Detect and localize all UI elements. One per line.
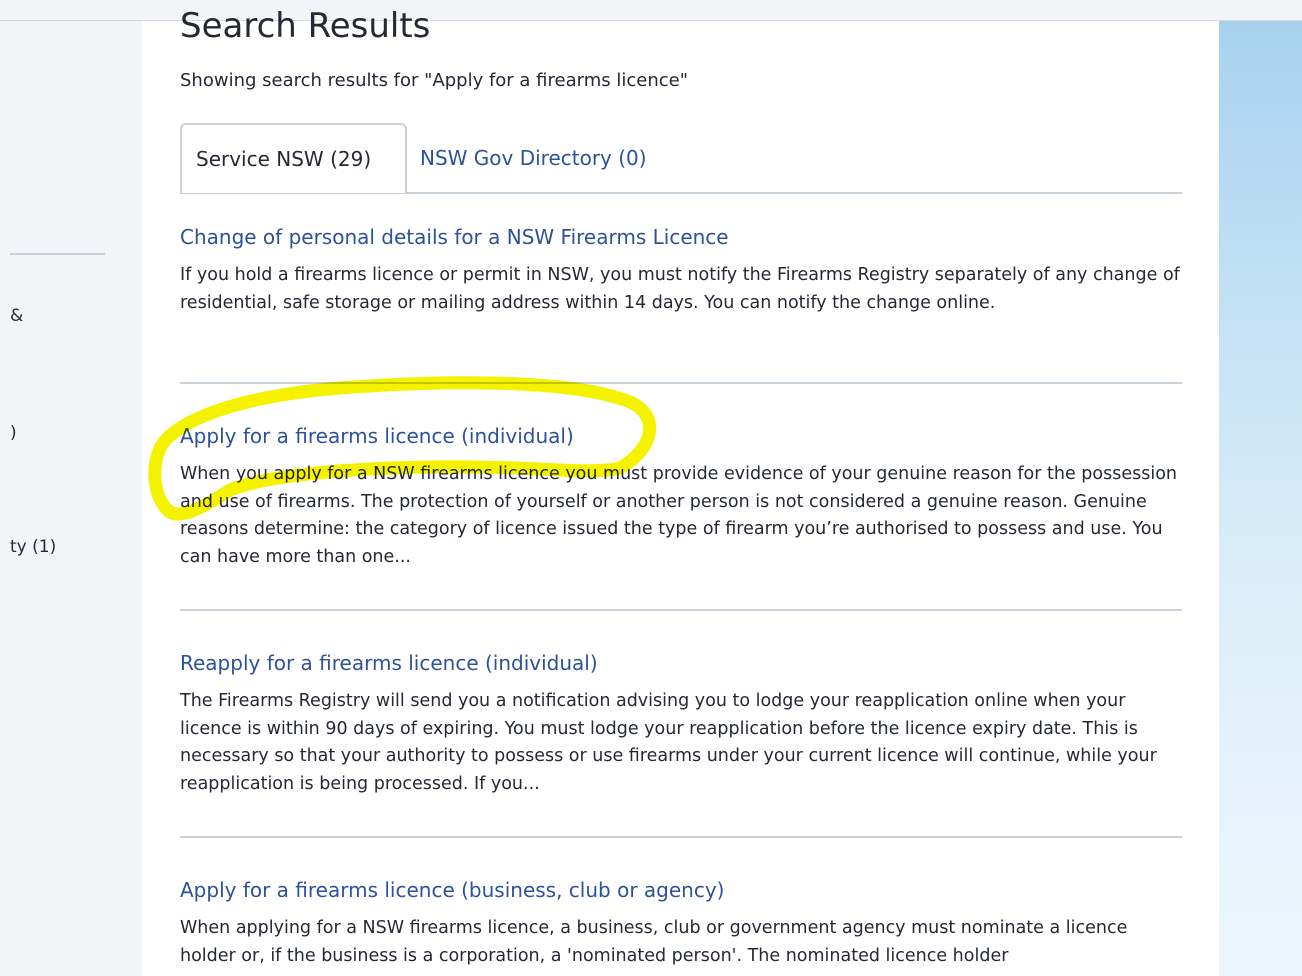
tab-label: NSW Gov Directory (0): [420, 146, 647, 170]
search-result: Apply for a firearms licence (individual…: [180, 423, 1182, 571]
search-result: Change of personal details for a NSW Fir…: [180, 224, 1182, 317]
result-divider: [180, 836, 1182, 838]
search-result: Reapply for a firearms licence (individu…: [180, 650, 1182, 798]
result-title-link[interactable]: Apply for a firearms licence (business, …: [180, 877, 1182, 903]
result-title-link[interactable]: Apply for a firearms licence (individual…: [180, 423, 1182, 449]
search-result: Apply for a firearms licence (business, …: [180, 877, 1182, 970]
tab-nsw-gov-directory[interactable]: NSW Gov Directory (0): [406, 123, 696, 193]
tab-label: Service NSW (29): [196, 147, 372, 171]
right-background-panel: [1219, 21, 1302, 976]
sidebar-item-fragment[interactable]: ty (1): [10, 537, 56, 557]
result-description: If you hold a firearms licence or permit…: [180, 265, 1180, 313]
result-title-link[interactable]: Change of personal details for a NSW Fir…: [180, 224, 1182, 250]
result-description: When applying for a NSW firearms licence…: [180, 918, 1128, 966]
result-description: The Firearms Registry will send you a no…: [180, 691, 1157, 794]
page-title: Search Results: [180, 6, 431, 46]
result-divider: [180, 382, 1182, 384]
tab-service-nsw[interactable]: Service NSW (29): [180, 123, 407, 193]
sidebar-item-fragment[interactable]: &: [10, 306, 23, 326]
search-query-summary: Showing search results for "Apply for a …: [180, 70, 688, 91]
sidebar-item-fragment[interactable]: ): [10, 423, 17, 443]
filter-sidebar: & ) ty (1): [0, 21, 142, 976]
sidebar-divider: [10, 253, 105, 255]
result-divider: [180, 609, 1182, 611]
result-title-link[interactable]: Reapply for a firearms licence (individu…: [180, 650, 1182, 676]
result-description: When you apply for a NSW firearms licenc…: [180, 464, 1177, 567]
